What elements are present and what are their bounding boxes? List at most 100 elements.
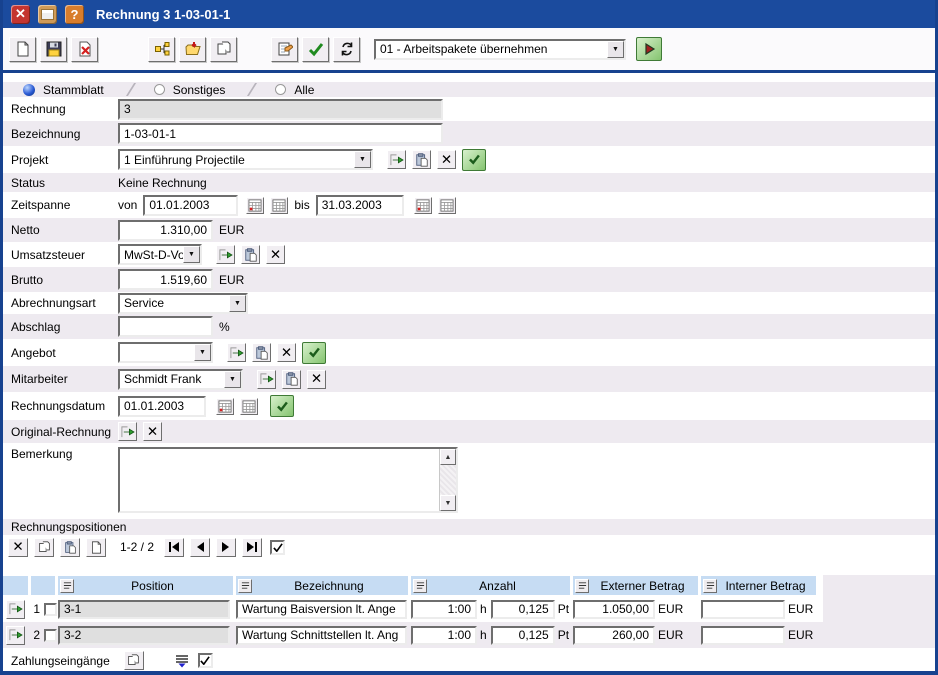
von-calendar-today-button[interactable] bbox=[246, 197, 264, 214]
scroll-down-icon[interactable]: ▼ bbox=[440, 495, 456, 511]
delete-button[interactable] bbox=[71, 37, 98, 62]
last-page-button[interactable] bbox=[242, 538, 262, 557]
bis-calendar-today-button[interactable] bbox=[414, 197, 432, 214]
umsatzsteuer-paste-button[interactable] bbox=[241, 245, 260, 264]
von-date-field[interactable] bbox=[143, 195, 238, 216]
row-goto-button[interactable] bbox=[6, 626, 25, 645]
close-icon[interactable]: ✕ bbox=[11, 5, 30, 24]
pt-field[interactable] bbox=[491, 626, 555, 645]
angebot-confirm-button[interactable] bbox=[302, 342, 326, 364]
abrechnungsart-select[interactable]: Service ▼ bbox=[118, 293, 248, 314]
angebot-select[interactable]: ▼ bbox=[118, 342, 213, 363]
save-icon bbox=[46, 41, 62, 57]
extern-field[interactable] bbox=[573, 600, 655, 619]
position-field[interactable] bbox=[58, 600, 230, 619]
intern-field[interactable] bbox=[701, 626, 785, 645]
angebot-clear-button[interactable]: ✕ bbox=[277, 343, 296, 362]
mitarbeiter-paste-button[interactable] bbox=[282, 370, 301, 389]
column-menu-icon[interactable] bbox=[703, 579, 717, 593]
mitarbeiter-select[interactable]: Schmidt Frank ▼ bbox=[118, 369, 243, 390]
row-goto-button[interactable] bbox=[6, 600, 25, 619]
projekt-goto-button[interactable] bbox=[387, 150, 406, 169]
umsatzsteuer-clear-button[interactable]: ✕ bbox=[266, 245, 285, 264]
row-checkbox[interactable] bbox=[44, 603, 57, 616]
mitarbeiter-goto-button[interactable] bbox=[257, 370, 276, 389]
run-action-button[interactable] bbox=[636, 37, 662, 61]
prev-page-button[interactable] bbox=[190, 538, 210, 557]
umsatzsteuer-goto-button[interactable] bbox=[216, 245, 235, 264]
bezeichnung-field[interactable] bbox=[236, 626, 407, 645]
action-select[interactable]: 01 - Arbeitspakete übernehmen ▼ bbox=[374, 39, 626, 60]
projekt-paste-button[interactable] bbox=[412, 150, 431, 169]
help-icon[interactable]: ? bbox=[65, 5, 84, 24]
save-button[interactable] bbox=[40, 37, 67, 62]
refresh-button[interactable] bbox=[333, 37, 360, 62]
hours-field[interactable] bbox=[411, 600, 477, 619]
chevron-down-icon: ▼ bbox=[229, 295, 246, 312]
column-menu-icon[interactable] bbox=[413, 579, 427, 593]
tab-stammblatt[interactable]: Stammblatt bbox=[23, 83, 104, 97]
hierarchy-button[interactable] bbox=[148, 37, 175, 62]
column-menu-icon[interactable] bbox=[60, 579, 74, 593]
positions-select-all-checkbox[interactable] bbox=[270, 540, 285, 555]
inactive-tab-icon bbox=[275, 84, 286, 95]
mitarbeiter-clear-button[interactable]: ✕ bbox=[307, 370, 326, 389]
chevron-down-icon: ▼ bbox=[607, 41, 624, 58]
projekt-clear-button[interactable]: ✕ bbox=[437, 150, 456, 169]
window-icon[interactable] bbox=[38, 5, 57, 24]
next-page-button[interactable] bbox=[216, 538, 236, 557]
bis-date-field[interactable] bbox=[316, 195, 404, 216]
payments-list-button[interactable] bbox=[172, 651, 192, 670]
bis-calendar-button[interactable] bbox=[438, 197, 456, 214]
tab-sonstiges[interactable]: Sonstiges bbox=[154, 83, 226, 97]
hours-field[interactable] bbox=[411, 626, 477, 645]
positions-copy-button[interactable] bbox=[34, 538, 54, 557]
angebot-goto-button[interactable] bbox=[227, 343, 246, 362]
intern-field[interactable] bbox=[701, 600, 785, 619]
positions-new-button[interactable] bbox=[86, 538, 106, 557]
projekt-select[interactable]: 1 Einführung Projectile ▼ bbox=[118, 149, 373, 170]
payments-copy-button[interactable] bbox=[124, 651, 144, 670]
copy-icon bbox=[127, 654, 140, 667]
confirm-button[interactable] bbox=[302, 37, 329, 62]
first-page-button[interactable] bbox=[164, 538, 184, 557]
brutto-field[interactable] bbox=[118, 269, 213, 290]
tab-alle[interactable]: Alle bbox=[275, 83, 314, 97]
rechnungsdatum-calendar-button[interactable] bbox=[240, 398, 258, 415]
pt-field[interactable] bbox=[491, 600, 555, 619]
copy-button[interactable] bbox=[210, 37, 237, 62]
positions-delete-button[interactable]: ✕ bbox=[8, 538, 28, 557]
column-menu-icon[interactable] bbox=[238, 579, 252, 593]
rechnungsdatum-calendar-today-button[interactable] bbox=[216, 398, 234, 415]
edit-form-button[interactable] bbox=[271, 37, 298, 62]
positions-paste-button[interactable] bbox=[60, 538, 80, 557]
rechnungsdatum-confirm-button[interactable] bbox=[270, 395, 294, 417]
position-field[interactable] bbox=[58, 626, 230, 645]
first-page-icon bbox=[168, 542, 180, 552]
check-icon bbox=[308, 41, 324, 57]
abschlag-field[interactable] bbox=[118, 316, 213, 337]
new-button[interactable] bbox=[9, 37, 36, 62]
scroll-up-icon[interactable]: ▲ bbox=[440, 449, 456, 465]
projekt-confirm-button[interactable] bbox=[462, 149, 486, 171]
angebot-paste-button[interactable] bbox=[252, 343, 271, 362]
von-calendar-button[interactable] bbox=[270, 197, 288, 214]
play-icon bbox=[642, 42, 656, 56]
original-rechnung-clear-button[interactable]: ✕ bbox=[143, 422, 162, 441]
bezeichnung-field[interactable] bbox=[118, 123, 443, 144]
bezeichnung-field[interactable] bbox=[236, 600, 407, 619]
original-rechnung-goto-button[interactable] bbox=[118, 422, 137, 441]
scroll-track[interactable] bbox=[440, 465, 456, 495]
row-checkbox[interactable] bbox=[44, 629, 57, 642]
rechnungsdatum-field[interactable] bbox=[118, 396, 206, 417]
bemerkung-textarea[interactable] bbox=[120, 449, 439, 511]
column-menu-icon[interactable] bbox=[575, 579, 589, 593]
memo-scrollbar[interactable]: ▲ ▼ bbox=[439, 449, 456, 511]
umsatzsteuer-select[interactable]: MwSt-D-Voll ▼ bbox=[118, 244, 202, 265]
refresh-icon bbox=[339, 41, 355, 57]
import-button[interactable] bbox=[179, 37, 206, 62]
payments-checkbox[interactable] bbox=[198, 653, 213, 668]
rechnung-field[interactable] bbox=[118, 99, 443, 120]
extern-field[interactable] bbox=[573, 626, 655, 645]
netto-field[interactable] bbox=[118, 220, 213, 241]
